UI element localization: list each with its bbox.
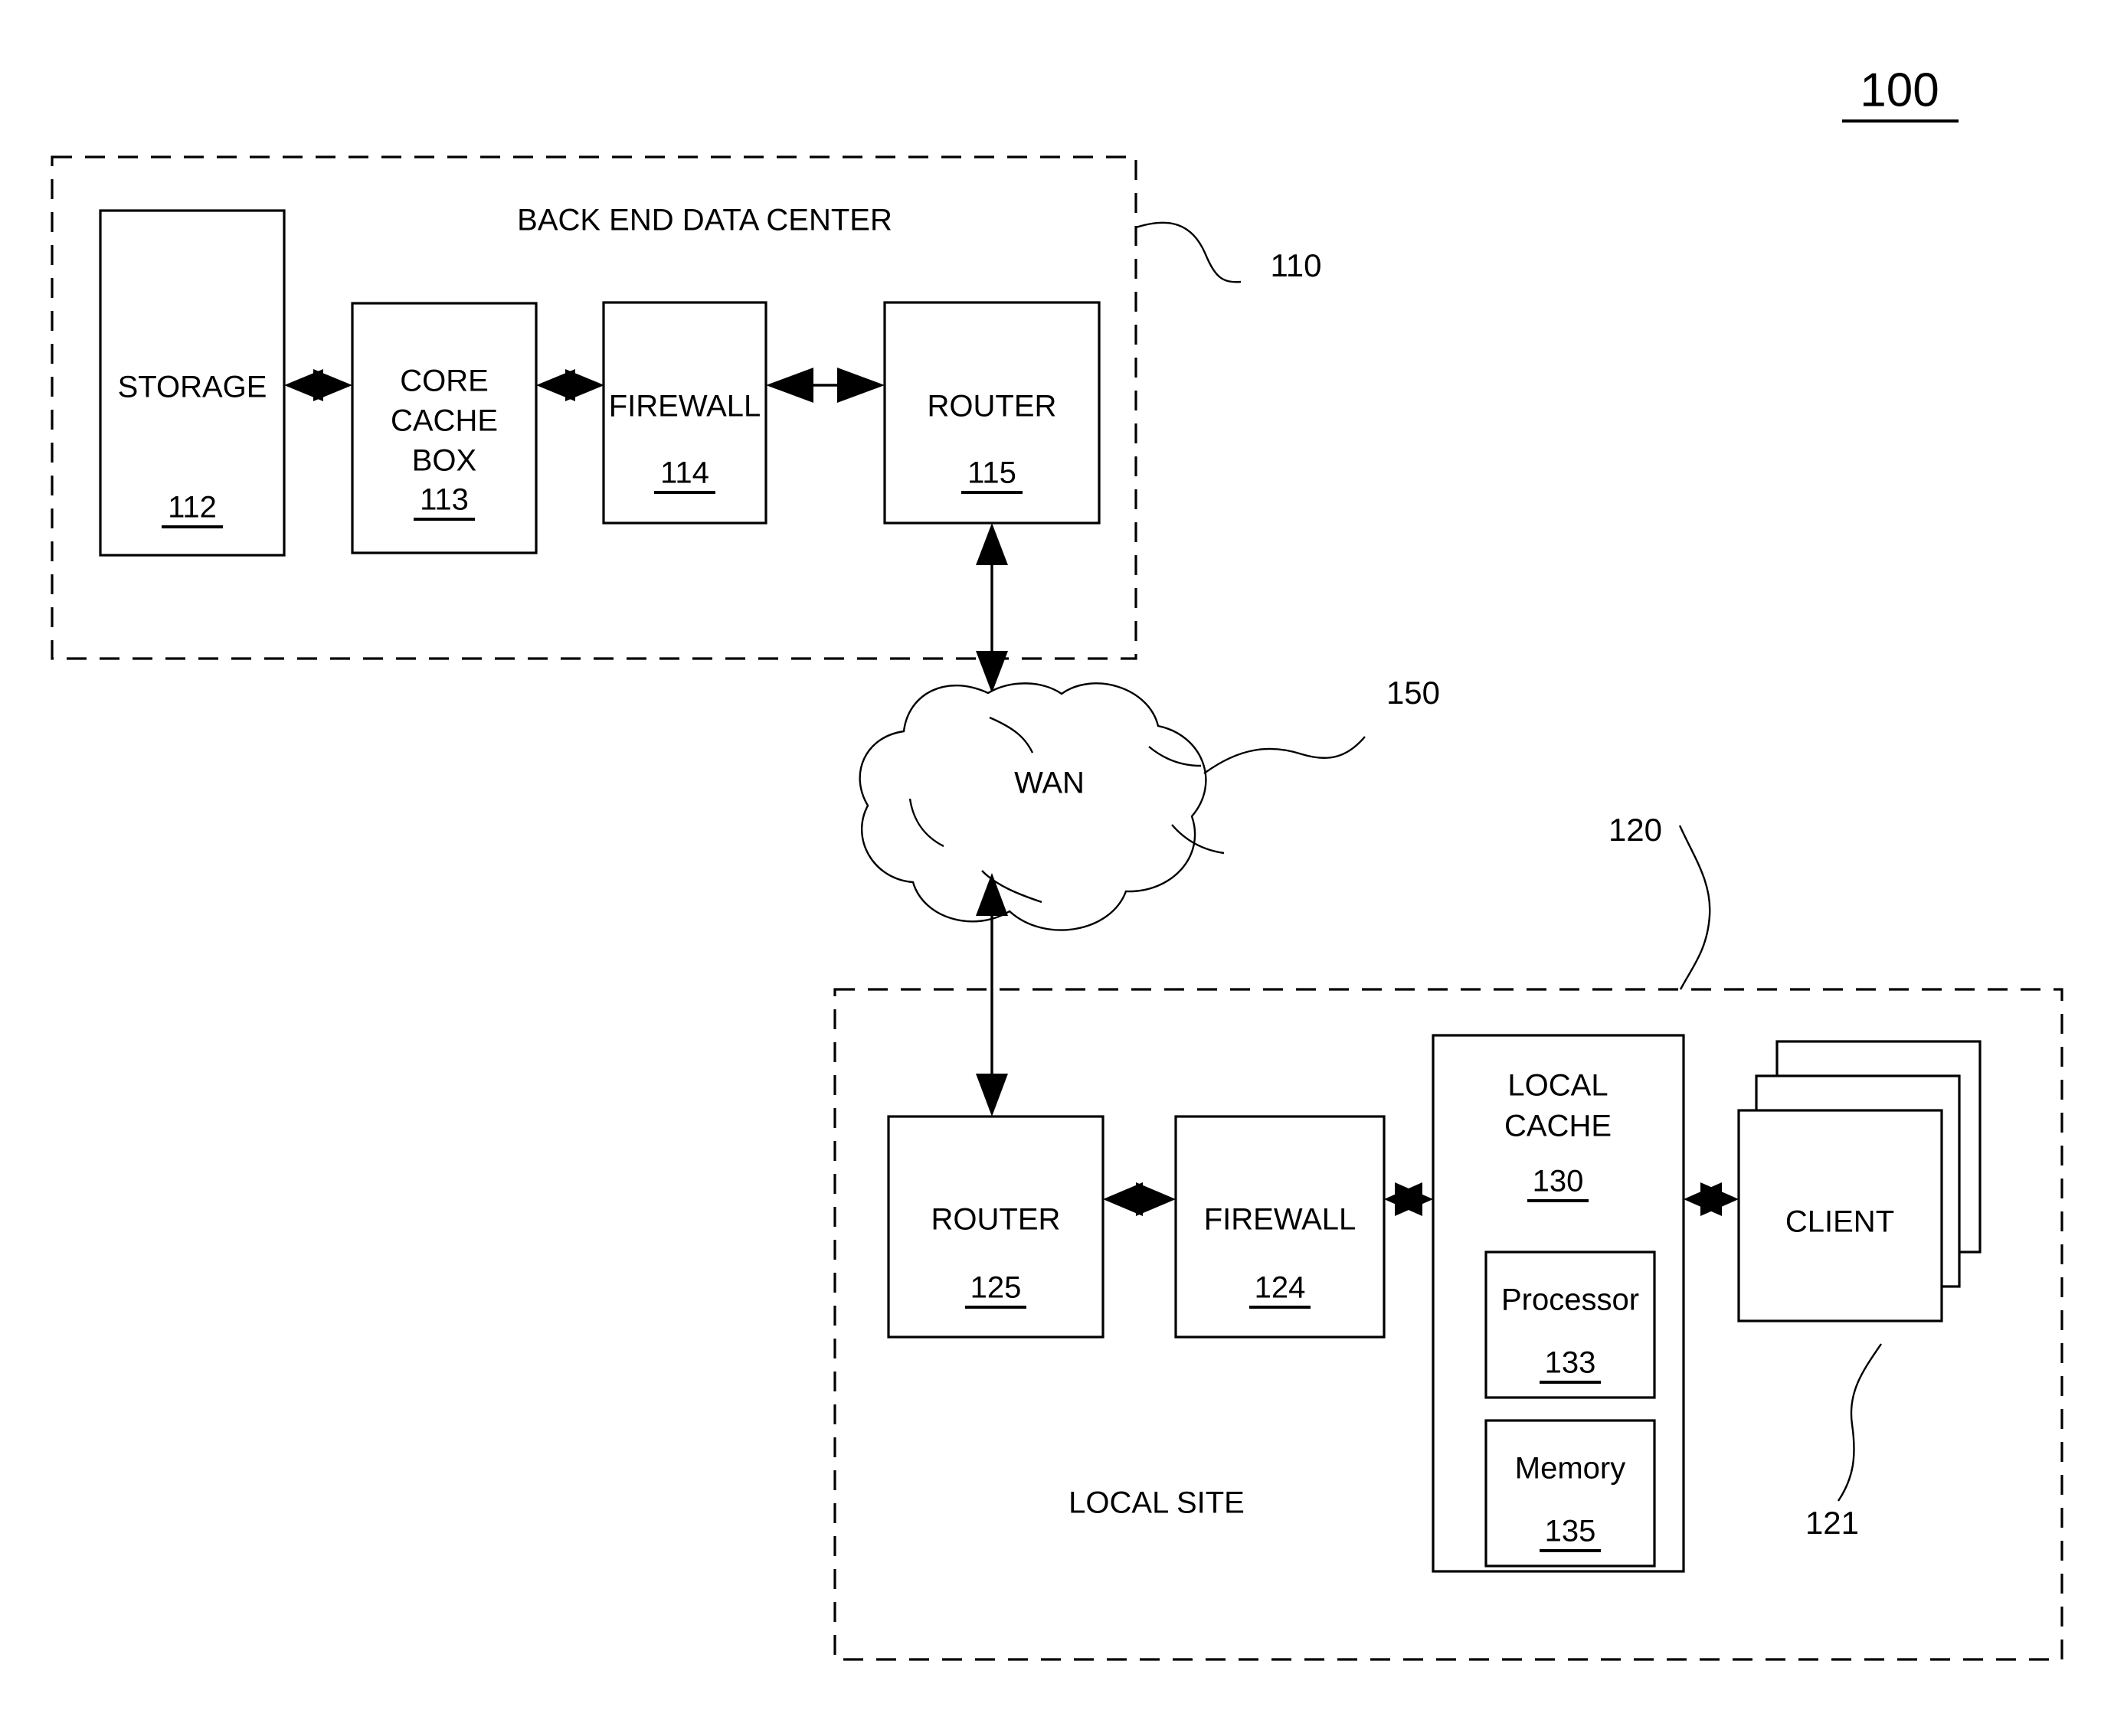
connector-localcache-client: [1684, 1182, 1739, 1216]
memory-label: Memory: [1515, 1452, 1625, 1486]
connector-firewall-router-backend: [766, 368, 885, 403]
arrow-head-right-icon: [837, 368, 885, 403]
core-cache-box-label-line2: CACHE: [391, 404, 498, 438]
core-cache-box-label-line1: CORE: [400, 365, 489, 398]
back-end-data-center-label: BACK END DATA CENTER: [517, 204, 892, 237]
local-cache-label-line1: LOCAL: [1507, 1069, 1608, 1103]
node-wan[interactable]: WAN: [859, 682, 1225, 931]
node-router-local[interactable]: ROUTER 125: [887, 1115, 1104, 1339]
node-firewall-backend[interactable]: FIREWALL 114: [602, 301, 767, 525]
wan-leader-line: [1203, 736, 1366, 774]
node-client[interactable]: CLIENT: [1737, 1040, 1982, 1322]
core-cache-box-label-line3: BOX: [412, 444, 476, 478]
node-router-backend[interactable]: ROUTER 115: [883, 301, 1101, 525]
figure-number-group: 100: [1842, 64, 1959, 123]
connector-firewall-localcache: [1384, 1182, 1433, 1216]
router-local-ref: 125: [970, 1271, 1022, 1305]
firewall-local-label: FIREWALL: [1204, 1203, 1356, 1237]
node-storage[interactable]: STORAGE 112: [99, 209, 286, 557]
processor-label: Processor: [1501, 1283, 1639, 1317]
wan-label: WAN: [1014, 767, 1085, 800]
back-end-data-center-leader-line: [1135, 221, 1242, 283]
core-cache-box-ref: 113: [420, 483, 469, 517]
connector-router-firewall-local: [1103, 1182, 1176, 1216]
client-label: CLIENT: [1785, 1205, 1894, 1239]
local-site-leader-line: [1678, 825, 1711, 990]
arrow-head-down-icon: [976, 1074, 1008, 1116]
figure-number: 100: [1860, 64, 1939, 116]
local-cache-ref: 130: [1533, 1165, 1584, 1198]
firewall-backend-label: FIREWALL: [609, 390, 761, 423]
connector-wan-router-local: [976, 873, 1008, 1116]
firewall-backend-ref: 114: [660, 456, 709, 490]
arrow-head-right-icon: [313, 369, 352, 401]
arrow-head-right-icon: [1136, 1182, 1176, 1216]
arrow-head-right-icon: [565, 369, 604, 401]
router-backend-ref: 115: [967, 456, 1016, 490]
wan-ref: 150: [1386, 675, 1440, 711]
storage-ref: 112: [168, 491, 217, 525]
router-local-label: ROUTER: [931, 1203, 1061, 1237]
client-leader-line: [1838, 1343, 1882, 1502]
patent-figure: 100 BACK END DATA CENTER 110 STORAGE 112…: [0, 0, 2101, 1736]
back-end-data-center-ref: 110: [1271, 247, 1322, 283]
firewall-local-ref: 124: [1255, 1271, 1306, 1305]
local-cache-label-line2: CACHE: [1504, 1110, 1612, 1143]
arrow-head-up-icon: [976, 523, 1008, 565]
node-processor[interactable]: Processor 133: [1484, 1251, 1656, 1399]
processor-ref: 133: [1545, 1346, 1596, 1380]
connector-storage-corecache: [284, 369, 352, 401]
local-site-ref: 120: [1608, 812, 1662, 848]
storage-label: STORAGE: [118, 371, 267, 404]
arrow-head-left-icon: [766, 368, 813, 403]
node-firewall-local[interactable]: FIREWALL 124: [1174, 1115, 1386, 1339]
node-core-cache-box[interactable]: CORE CACHE BOX 113: [351, 302, 538, 554]
node-local-cache[interactable]: LOCAL CACHE 130 Processor 133 Memory 135: [1432, 1034, 1685, 1573]
network-architecture-diagram: 100 BACK END DATA CENTER 110 STORAGE 112…: [51, 64, 2063, 1661]
client-ref: 121: [1805, 1505, 1859, 1541]
connector-router-backend-wan: [976, 523, 1008, 693]
connector-corecache-firewall: [536, 369, 604, 401]
local-site-label: LOCAL SITE: [1068, 1486, 1245, 1520]
router-backend-label: ROUTER: [928, 390, 1057, 423]
node-memory[interactable]: Memory 135: [1484, 1419, 1656, 1568]
memory-ref: 135: [1545, 1515, 1596, 1548]
